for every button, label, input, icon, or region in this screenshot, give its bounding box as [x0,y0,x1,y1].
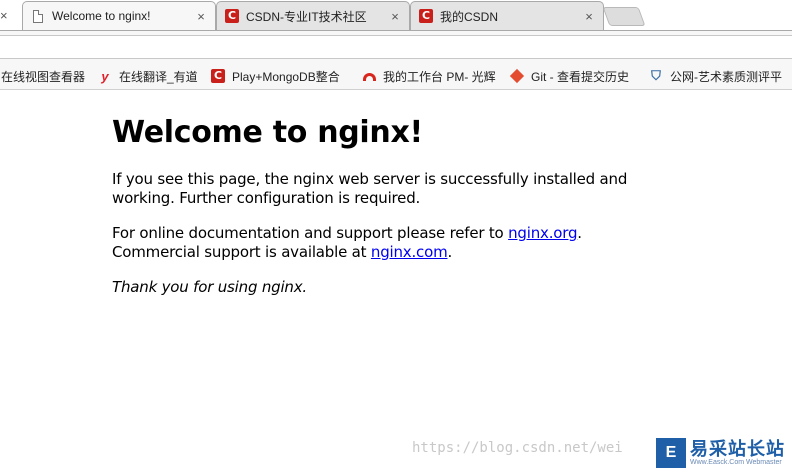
nginx-com-link[interactable]: nginx.com [371,243,448,261]
commercial-text-period: . [447,243,453,261]
page-icon [31,9,45,23]
csdn-icon: C [419,9,433,23]
thank-you-text: Thank you for using nginx. [112,278,307,296]
page-title: Welcome to nginx! [112,115,423,150]
csdn-icon: C [211,69,225,83]
address-bar[interactable] [0,35,792,59]
tab-strip: × Welcome to nginx! × C CSDN-专业IT技术社区 × … [0,0,792,30]
bookmark-label: Play+MongoDB整合 [232,69,340,84]
watermark-url: https://blog.csdn.net/wei [412,440,623,456]
bookmark-label: 在线视图查看器 [1,69,85,84]
arc-icon [362,69,376,83]
tab-title: CSDN-专业IT技术社区 [246,9,367,24]
intro-paragraph: If you see this page, the nginx web serv… [112,170,628,207]
close-icon[interactable]: × [0,8,8,23]
csdn-icon: C [225,9,239,23]
bookmark-label: 公网-艺术素质测评平 [670,69,782,84]
bookmark-item[interactable]: 我的工作台 PM- 光辉 [362,62,498,90]
youdao-icon: y [101,68,109,84]
page-content: Welcome to nginx! If you see this page, … [112,90,652,297]
tab-title: 我的CSDN [440,9,499,24]
shield-icon: ⛉ [651,68,661,83]
logo-subtext: Www.Easck.Com Webmaster [690,458,782,466]
bookmark-item[interactable]: y 在线翻译_有道 [98,62,202,90]
tab-title: Welcome to nginx! [52,9,151,23]
bookmark-item[interactable]: C Play+MongoDB整合 [211,62,349,90]
watermark-logo: E 易采站长站 Www.Easck.Com Webmaster [656,436,792,469]
commercial-text: Commercial support is available at [112,243,371,261]
tab-my-csdn[interactable]: C 我的CSDN × [410,1,604,30]
close-icon[interactable]: × [193,9,209,24]
nginx-org-link[interactable]: nginx.org [508,224,577,242]
close-icon[interactable]: × [387,9,403,24]
docs-paragraph: For online documentation and support ple… [112,224,652,262]
tab-csdn[interactable]: C CSDN-专业IT技术社区 × [216,1,410,30]
logo-text: 易采站长站 [690,438,785,459]
browser-toolbar [0,30,792,62]
new-tab-button[interactable] [602,7,646,26]
close-icon[interactable]: × [581,9,597,24]
bookmark-label: Git - 查看提交历史 [531,69,629,84]
docs-text: For online documentation and support ple… [112,224,509,242]
bookmark-item[interactable]: 在线视图查看器 [1,62,85,90]
git-icon [510,68,525,84]
tab-welcome-nginx[interactable]: Welcome to nginx! × [22,1,216,30]
logo-icon: E [656,437,686,468]
docs-text-period: . [577,224,582,242]
bookmarks-bar: 在线视图查看器 y 在线翻译_有道 C Play+MongoDB整合 我的工作台… [0,62,792,90]
bookmark-label: 在线翻译_有道 [119,69,198,84]
bookmark-label: 我的工作台 PM- 光辉 [383,69,496,84]
bookmark-item[interactable]: Git - 查看提交历史 [510,62,640,90]
bookmark-item[interactable]: ⛉ 公网-艺术素质测评平 [649,62,792,90]
